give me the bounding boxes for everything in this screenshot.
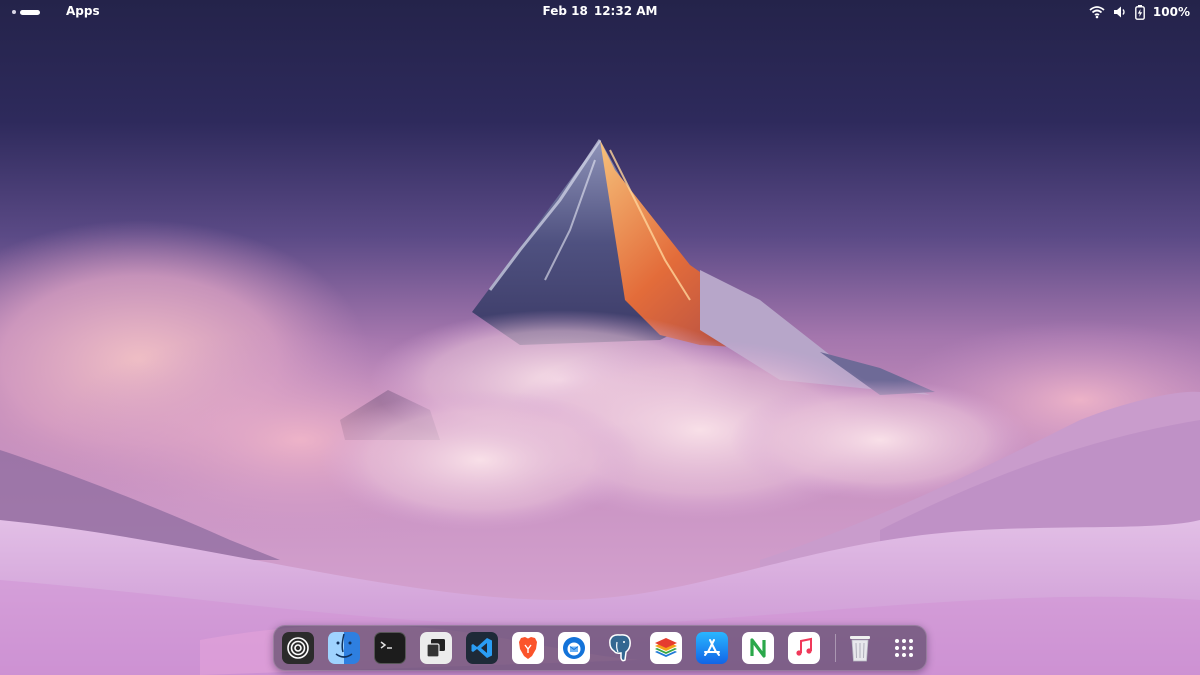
- launchpad-icon[interactable]: [282, 632, 314, 664]
- wifi-icon: [1089, 5, 1105, 19]
- music-icon[interactable]: [788, 632, 820, 664]
- window-manager-icon[interactable]: [420, 632, 452, 664]
- trash-icon[interactable]: [844, 632, 876, 664]
- thunderbird-icon[interactable]: [558, 632, 590, 664]
- time-label: 12:32 AM: [593, 4, 658, 18]
- n-app-icon[interactable]: [742, 632, 774, 664]
- vscode-icon[interactable]: [466, 632, 498, 664]
- battery-icon: [1135, 4, 1145, 20]
- clock-date-button[interactable]: Feb 18 12:32 AM: [0, 4, 1200, 18]
- terminal-icon[interactable]: [374, 632, 406, 664]
- volume-icon: [1113, 5, 1127, 19]
- show-apps-grid-icon[interactable]: [888, 632, 920, 664]
- date-label: Feb 18: [542, 4, 588, 18]
- app-store-icon[interactable]: [696, 632, 728, 664]
- layers-icon[interactable]: [650, 632, 682, 664]
- dock: [273, 625, 927, 671]
- dock-separator: [835, 634, 836, 662]
- desktop-wallpaper: [0, 0, 1200, 675]
- system-tray[interactable]: 100%: [1089, 3, 1190, 21]
- postgresql-icon[interactable]: [604, 632, 636, 664]
- top-bar: Apps Feb 18 12:32 AM 100%: [0, 0, 1200, 24]
- finder-icon[interactable]: [328, 632, 360, 664]
- battery-percentage: 100%: [1152, 5, 1190, 19]
- brave-icon[interactable]: [512, 632, 544, 664]
